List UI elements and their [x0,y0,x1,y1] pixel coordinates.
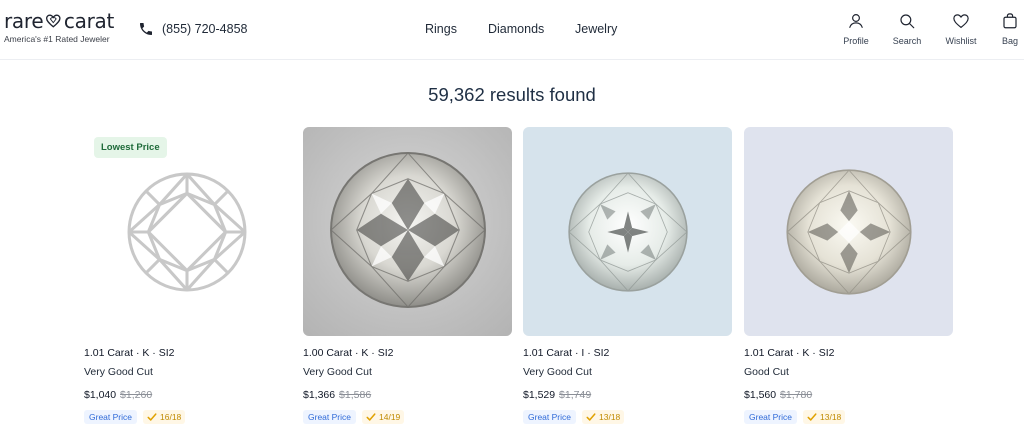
great-price-tag: Great Price [303,410,356,424]
phone-icon [140,23,152,35]
product-card[interactable]: Lowest Price 1.01 Carat · K · SI2 Very G… [84,127,293,424]
score-badge: 14/19 [362,410,405,424]
product-card[interactable]: 1.00 Carat · K · SI2 Very Good Cut $1,36… [303,127,512,424]
diamond-outline-placeholder-icon [127,172,247,292]
heart-icon [953,14,969,29]
phone-number: (855) 720-4858 [162,22,248,36]
nav-link-jewelry[interactable]: Jewelry [575,22,617,36]
results-count: 59,362 results found [428,84,596,105]
product-old-price: $1,586 [339,389,372,401]
search-button[interactable]: Search [884,12,930,46]
check-icon [586,413,596,421]
diamond-photo-icon [568,172,688,292]
product-spec: 1.01 Carat · K · SI2 [84,347,175,359]
product-cut: Good Cut [744,366,789,378]
diamond-photo-icon [330,152,486,308]
bag-label: Bag [1001,36,1018,46]
score-text: 14/19 [379,412,401,422]
site-header: rare carat America's #1 Rated Jeweler (8… [0,0,1024,60]
bag-button[interactable]: Bag [987,12,1024,46]
price-row: $1,366 $1,586 [303,389,371,401]
bag-icon [1003,13,1017,29]
product-price: $1,040 [84,389,117,401]
score-badge: 13/18 [803,410,846,424]
product-spec: 1.00 Carat · K · SI2 [303,347,394,359]
search-label: Search [892,36,922,46]
check-icon [366,413,376,421]
product-old-price: $1,749 [559,389,592,401]
phone-link[interactable]: (855) 720-4858 [138,19,247,39]
product-card[interactable]: 1.01 Carat · K · SI2 Good Cut $1,560 $1,… [744,127,953,424]
score-text: 13/18 [599,412,621,422]
check-icon [147,413,157,421]
product-price: $1,560 [744,389,777,401]
user-icon [849,14,863,28]
product-card[interactable]: 1.01 Carat · I · SI2 Very Good Cut $1,52… [523,127,732,424]
profile-button[interactable]: Profile [833,12,879,46]
tag-row: Great Price 14/19 [303,410,405,424]
product-cut: Very Good Cut [303,366,372,378]
score-badge: 16/18 [143,410,186,424]
product-spec: 1.01 Carat · K · SI2 [744,347,835,359]
score-badge: 13/18 [582,410,625,424]
heart-diamond-icon [46,14,61,28]
product-image[interactable] [523,127,732,336]
product-old-price: $1,260 [120,389,153,401]
search-icon [900,14,915,29]
brand-name-right: carat [63,9,114,33]
brand-name-left: rare [4,9,44,33]
lowest-price-badge: Lowest Price [94,137,167,158]
product-spec: 1.01 Carat · I · SI2 [523,347,610,359]
diamond-photo-icon [786,169,912,295]
product-price: $1,366 [303,389,336,401]
product-cut: Very Good Cut [523,366,592,378]
product-price: $1,529 [523,389,556,401]
great-price-tag: Great Price [84,410,137,424]
wishlist-button[interactable]: Wishlist [938,12,984,46]
price-row: $1,529 $1,749 [523,389,591,401]
nav-link-diamonds[interactable]: Diamonds [488,22,544,36]
product-image[interactable]: Lowest Price [84,127,293,336]
price-row: $1,040 $1,260 [84,389,152,401]
product-image[interactable] [744,127,953,336]
product-cut: Very Good Cut [84,366,153,378]
great-price-tag: Great Price [744,410,797,424]
great-price-tag: Great Price [523,410,576,424]
tag-row: Great Price 16/18 [84,410,186,424]
score-text: 13/18 [820,412,842,422]
nav-link-rings[interactable]: Rings [425,22,457,36]
wishlist-label: Wishlist [945,36,977,46]
profile-label: Profile [843,36,869,46]
brand-wordmark: rare carat [4,9,114,33]
brand-logo[interactable]: rare carat America's #1 Rated Jeweler [4,9,114,46]
check-icon [807,413,817,421]
product-image[interactable] [303,127,512,336]
brand-tagline: America's #1 Rated Jeweler [4,34,110,44]
tag-row: Great Price 13/18 [744,410,846,424]
price-row: $1,560 $1,780 [744,389,812,401]
product-old-price: $1,780 [780,389,813,401]
tag-row: Great Price 13/18 [523,410,625,424]
score-text: 16/18 [160,412,182,422]
